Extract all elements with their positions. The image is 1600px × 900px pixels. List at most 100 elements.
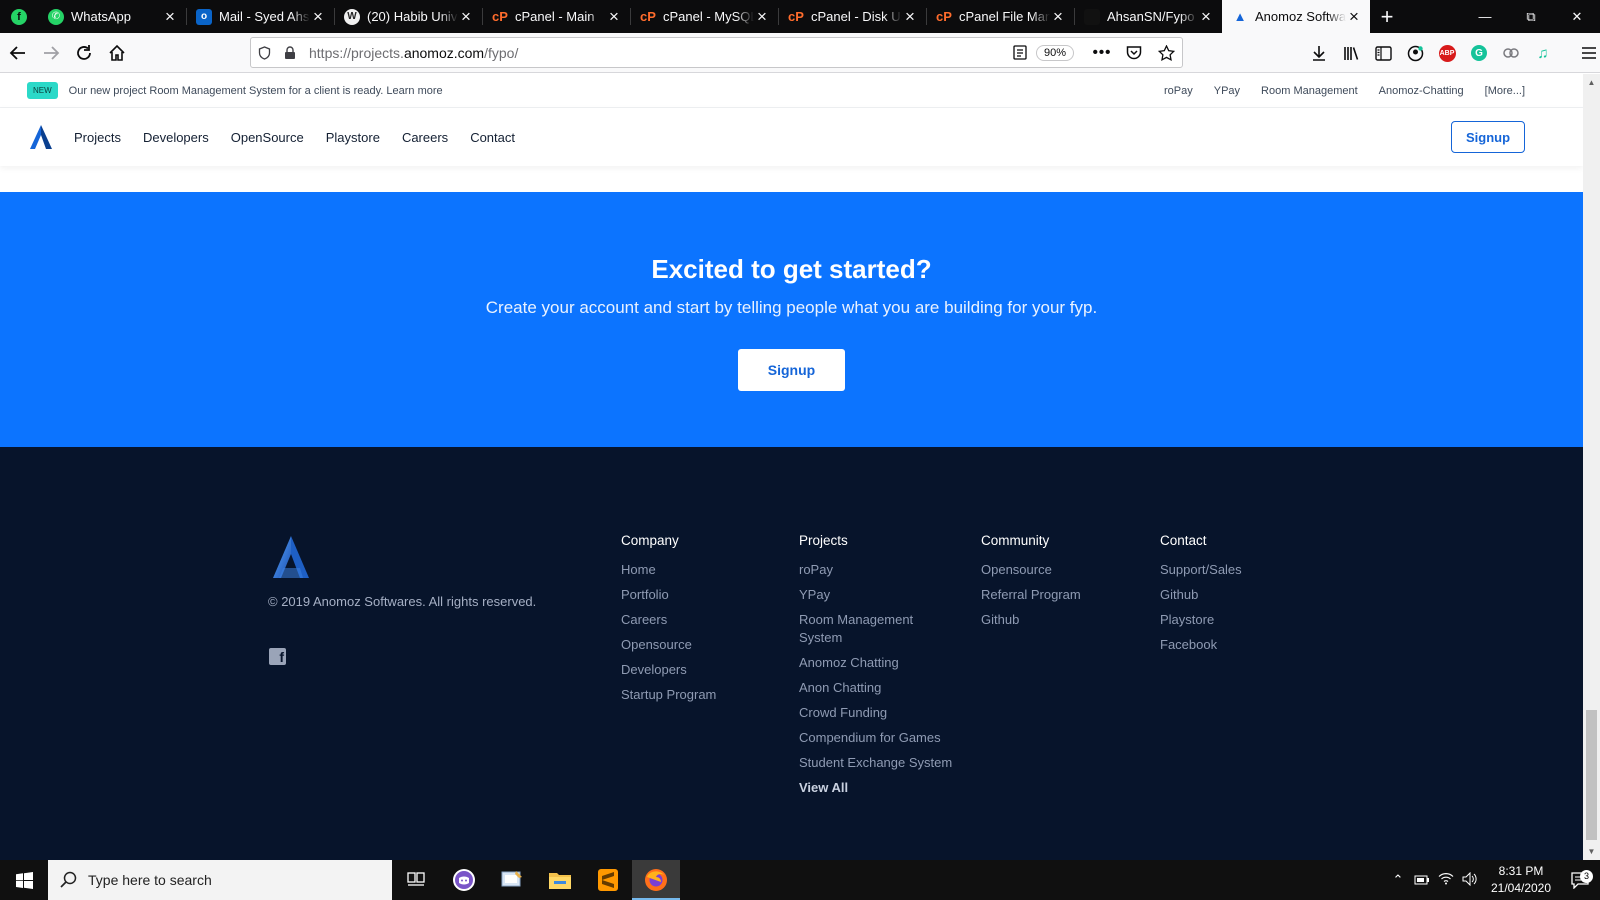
action-center-button[interactable]: 3: [1560, 869, 1600, 889]
browser-tab[interactable]: ▲ Anomoz Softwares×: [1222, 0, 1370, 33]
discord-icon[interactable]: [440, 860, 488, 900]
show-hidden-icons-chevron-icon[interactable]: ⌃: [1386, 872, 1410, 888]
nav-link-projects[interactable]: Projects: [74, 130, 121, 145]
paint-icon[interactable]: [488, 860, 536, 900]
footer-link[interactable]: Github: [1160, 586, 1325, 604]
announcement-link[interactable]: [More...]: [1485, 85, 1525, 97]
nav-link-playstore[interactable]: Playstore: [326, 130, 380, 145]
reload-button[interactable]: [69, 38, 99, 68]
close-window-button[interactable]: ✕: [1554, 0, 1600, 33]
footer-link[interactable]: Startup Program: [621, 686, 786, 704]
browser-tab[interactable]: cP cPanel - Main ×: [482, 0, 630, 33]
library-icon[interactable]: [1335, 37, 1367, 69]
downloads-icon[interactable]: [1303, 37, 1335, 69]
footer-link[interactable]: Crowd Funding: [799, 704, 954, 722]
lock-icon[interactable]: [277, 45, 303, 60]
footer-link[interactable]: Compendium for Games: [799, 729, 954, 747]
header-signup-button[interactable]: Signup: [1451, 121, 1525, 153]
footer-link[interactable]: Portfolio: [621, 586, 786, 604]
footer-link[interactable]: Opensource: [621, 636, 786, 654]
extension-link-icon[interactable]: [1495, 37, 1527, 69]
new-tab-button[interactable]: +: [1370, 0, 1404, 33]
announcement-link[interactable]: Room Management: [1261, 85, 1358, 97]
browser-tab[interactable]: ✆ WhatsApp ×: [38, 0, 186, 33]
sublime-text-icon[interactable]: [584, 860, 632, 900]
page-actions-menu-icon[interactable]: •••: [1086, 37, 1118, 69]
home-button[interactable]: [102, 38, 132, 68]
close-tab-icon[interactable]: ×: [310, 8, 326, 25]
account-extension-icon[interactable]: [1399, 37, 1431, 69]
file-explorer-icon[interactable]: [536, 860, 584, 900]
footer-link[interactable]: Developers: [621, 661, 786, 679]
zoom-level-indicator[interactable]: 90%: [1035, 44, 1074, 61]
footer-link[interactable]: Playstore: [1160, 611, 1325, 629]
footer-link[interactable]: View All: [799, 779, 954, 797]
announcement-link[interactable]: Anomoz-Chatting: [1379, 85, 1464, 97]
battery-icon[interactable]: [1410, 873, 1434, 888]
sidebar-icon[interactable]: [1367, 37, 1399, 69]
browser-tab[interactable]: cP cPanel - Disk Usage×: [778, 0, 926, 33]
music-extension-icon[interactable]: ♫: [1527, 37, 1559, 69]
close-tab-icon[interactable]: ×: [606, 8, 622, 25]
facebook-icon[interactable]: f: [269, 648, 286, 665]
minimize-button[interactable]: —: [1462, 0, 1508, 33]
nav-link-careers[interactable]: Careers: [402, 130, 448, 145]
close-tab-icon[interactable]: ×: [754, 8, 770, 25]
firefox-icon[interactable]: [632, 860, 680, 900]
adblock-plus-icon[interactable]: ABP: [1431, 37, 1463, 69]
taskbar-search-box[interactable]: Type here to search: [48, 860, 392, 900]
wifi-icon[interactable]: [1434, 872, 1458, 888]
footer-link[interactable]: Support/Sales: [1160, 561, 1325, 579]
nav-link-opensource[interactable]: OpenSource: [231, 130, 304, 145]
url-bar[interactable]: https://projects.anomoz.com/fypo/ 90% ••…: [250, 37, 1183, 68]
footer-link[interactable]: Github: [981, 611, 1146, 629]
browser-tab[interactable]: AhsanSN/Fypo ×: [1074, 0, 1222, 33]
footer-logo-icon[interactable]: [270, 535, 312, 579]
close-tab-icon[interactable]: ×: [1346, 8, 1362, 25]
footer-link[interactable]: Room Management System: [799, 611, 954, 647]
close-tab-icon[interactable]: ×: [1050, 8, 1066, 25]
footer-link[interactable]: YPay: [799, 586, 954, 604]
nav-link-contact[interactable]: Contact: [470, 130, 515, 145]
close-tab-icon[interactable]: ×: [1198, 8, 1214, 25]
page-scrollbar[interactable]: ▲ ▼: [1583, 74, 1600, 860]
back-button[interactable]: [3, 38, 33, 68]
close-tab-icon[interactable]: ×: [458, 8, 474, 25]
reader-view-icon[interactable]: [1004, 37, 1036, 69]
browser-tab[interactable]: cP cPanel File Manager×: [926, 0, 1074, 33]
announcement-link[interactable]: YPay: [1214, 85, 1240, 97]
footer-link[interactable]: Facebook: [1160, 636, 1325, 654]
hamburger-menu-icon[interactable]: [1573, 37, 1600, 69]
footer-link[interactable]: Careers: [621, 611, 786, 629]
anomoz-logo-icon[interactable]: [28, 124, 54, 150]
scroll-up-arrow-icon[interactable]: ▲: [1583, 74, 1600, 91]
footer-link[interactable]: Referral Program: [981, 586, 1146, 604]
browser-tab[interactable]: cP cPanel - MySQL ×: [630, 0, 778, 33]
grammarly-icon[interactable]: G: [1463, 37, 1495, 69]
task-view-icon[interactable]: [392, 860, 440, 900]
scroll-down-arrow-icon[interactable]: ▼: [1583, 843, 1600, 860]
footer-link[interactable]: roPay: [799, 561, 954, 579]
close-tab-icon[interactable]: ×: [902, 8, 918, 25]
footer-link[interactable]: Anon Chatting: [799, 679, 954, 697]
forward-button[interactable]: [36, 38, 66, 68]
footer-link[interactable]: Home: [621, 561, 786, 579]
nav-link-developers[interactable]: Developers: [143, 130, 209, 145]
announcement-text[interactable]: Our new project Room Management System f…: [69, 85, 443, 97]
announcement-link[interactable]: roPay: [1164, 85, 1193, 97]
pinned-tab[interactable]: f: [0, 0, 38, 33]
browser-tab[interactable]: W (20) Habib University×: [334, 0, 482, 33]
footer-link[interactable]: Opensource: [981, 561, 1146, 579]
url-text[interactable]: https://projects.anomoz.com/fypo/: [309, 45, 1004, 61]
footer-link[interactable]: Anomoz Chatting: [799, 654, 954, 672]
volume-icon[interactable]: [1458, 871, 1482, 889]
scrollbar-thumb[interactable]: [1586, 710, 1597, 840]
tracking-protection-shield-icon[interactable]: [251, 45, 277, 60]
restore-button[interactable]: ⧉: [1508, 0, 1554, 33]
close-tab-icon[interactable]: ×: [162, 8, 178, 25]
bookmark-star-icon[interactable]: [1150, 37, 1182, 69]
start-button[interactable]: [0, 860, 48, 900]
browser-tab[interactable]: o Mail - Syed Ahsan×: [186, 0, 334, 33]
taskbar-clock[interactable]: 8:31 PM 21/04/2020: [1482, 863, 1560, 897]
pocket-icon[interactable]: [1118, 37, 1150, 69]
